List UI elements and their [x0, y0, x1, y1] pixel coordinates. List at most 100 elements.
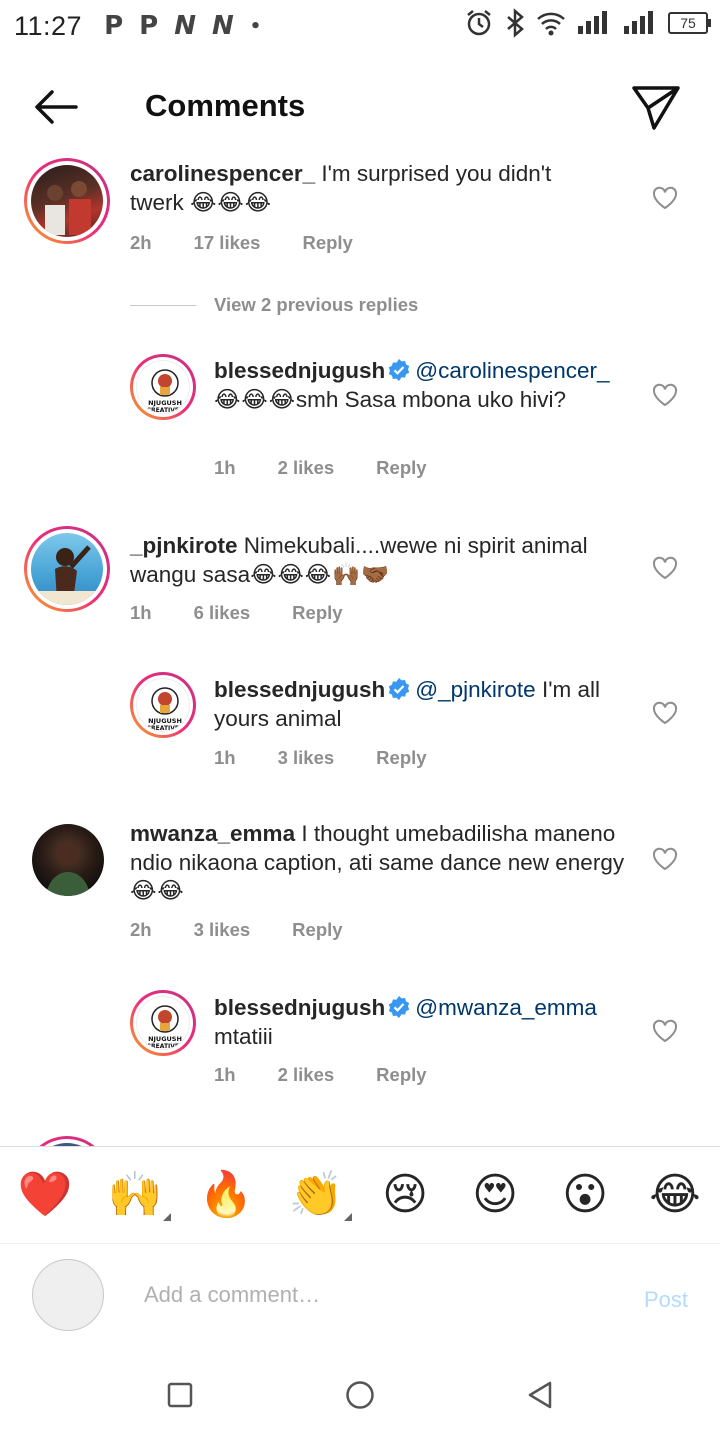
like-heart-icon[interactable] — [652, 847, 678, 871]
like-heart-icon[interactable] — [652, 186, 678, 210]
like-heart-icon[interactable] — [652, 383, 678, 407]
status-bar: 11:27 P P N N • 75 — [0, 0, 720, 52]
comment-username[interactable]: _pjnkirote — [130, 533, 238, 558]
mention-link[interactable]: @_pjnkirote — [415, 677, 535, 702]
comment-time: 2h — [130, 232, 152, 253]
battery-icon: 75 — [668, 12, 711, 34]
comment-likes[interactable]: 17 likes — [194, 232, 261, 254]
svg-text:NJUGUSH: NJUGUSH — [148, 399, 182, 407]
comment-username[interactable]: mwanza_emma — [130, 821, 295, 846]
skin-tone-indicator — [344, 1213, 352, 1221]
comment-likes[interactable]: 3 likes — [278, 747, 335, 769]
avatar[interactable]: NJUGUSH CREATIVES — [130, 990, 196, 1056]
verified-badge-icon — [389, 359, 410, 381]
comment-emojis: 😂😂 — [130, 878, 185, 903]
verified-badge-icon — [389, 678, 410, 700]
status-icons: 75 — [464, 8, 711, 38]
emoji-reaction-bar: ❤️ 🙌 🔥 👏 😢 😍 😮 😂 — [0, 1146, 720, 1244]
comments-list[interactable]: carolinespencer_ I'm surprised you didn'… — [0, 152, 720, 1146]
reply-button[interactable]: Reply — [302, 232, 352, 254]
reply-button[interactable]: Reply — [292, 919, 342, 941]
notification-icons: P P N N • — [104, 11, 261, 41]
surprised-emoji-button[interactable]: 😮 — [557, 1167, 613, 1223]
comment-username[interactable]: blessednjugush — [214, 677, 385, 702]
raised-hands-emoji-icon: 🙌 — [107, 1169, 163, 1220]
notification-p-icon: P — [139, 11, 159, 41]
heart-emoji-button[interactable]: ❤️ — [17, 1167, 73, 1223]
fire-emoji-button[interactable]: 🔥 — [198, 1167, 254, 1223]
fire-emoji-icon: 🔥 — [198, 1169, 254, 1220]
laughing-emoji-button[interactable]: 😂 — [647, 1167, 703, 1223]
avatar[interactable] — [24, 158, 110, 244]
notification-p-icon: P — [104, 11, 124, 41]
view-replies-label: View 2 previous replies — [214, 294, 419, 315]
reply-button[interactable]: Reply — [292, 602, 342, 624]
status-time: 11:27 — [14, 10, 83, 41]
photo-icon — [46, 842, 90, 896]
comment-text: _pjnkirote Nimekubali....wewe ni spirit … — [130, 532, 620, 589]
comment-username[interactable]: blessednjugush — [214, 358, 385, 383]
comment-emojis: 😂😂😂 — [214, 386, 296, 412]
mention-link[interactable]: @carolinespencer_ — [415, 358, 609, 383]
like-heart-icon[interactable] — [652, 701, 678, 725]
send-direct-icon[interactable] — [630, 80, 682, 132]
comment-time: 1h — [214, 1064, 236, 1085]
avatar[interactable]: NJUGUSH CREATIVES — [130, 672, 196, 738]
avatar[interactable] — [24, 1136, 110, 1146]
skin-tone-indicator — [163, 1213, 171, 1221]
crying-emoji-button[interactable]: 😢 — [377, 1167, 433, 1223]
like-heart-icon[interactable] — [652, 556, 678, 580]
like-heart-icon[interactable] — [652, 1019, 678, 1043]
comment-username[interactable]: blessednjugush — [214, 995, 385, 1020]
comment-text: blessednjugush @mwanza_emma mtatiii — [214, 994, 629, 1051]
raised-hands-emoji-button[interactable]: 🙌 — [107, 1167, 171, 1223]
clapping-emoji-button[interactable]: 👏 — [288, 1167, 352, 1223]
comment-time: 1h — [214, 747, 236, 768]
back-arrow-icon[interactable] — [28, 82, 84, 132]
heart-emoji-icon: ❤️ — [17, 1169, 73, 1220]
back-triangle-icon[interactable] — [520, 1375, 560, 1415]
comment-username[interactable]: carolinespencer_ — [130, 161, 315, 186]
page-title: Comments — [145, 88, 306, 123]
comment-text: carolinespencer_ I'm surprised you didn'… — [130, 160, 600, 217]
comment-emojis: 😂😂😂🙌🏾🤝🏾 — [250, 561, 390, 587]
comment-likes[interactable]: 2 likes — [278, 457, 335, 479]
comment-input[interactable] — [144, 1275, 604, 1315]
verified-badge-icon — [389, 996, 410, 1018]
svg-text:NJUGUSH: NJUGUSH — [148, 717, 182, 725]
post-button[interactable]: Post — [644, 1287, 688, 1313]
comment-likes[interactable]: 3 likes — [194, 919, 251, 941]
alarm-icon — [467, 10, 491, 36]
reply-button[interactable]: Reply — [376, 1064, 426, 1086]
surprised-emoji-icon: 😮 — [562, 1169, 608, 1220]
comment-emojis: 😂😂😂 — [190, 189, 272, 215]
comment-likes[interactable]: 6 likes — [194, 602, 251, 624]
avatar[interactable] — [32, 824, 104, 896]
laughing-emoji-icon: 😂 — [649, 1169, 701, 1220]
notification-n-icon: N — [211, 11, 234, 41]
comment-body: smh Sasa mbona uko hivi? — [295, 386, 567, 412]
photo-icon — [31, 545, 103, 605]
home-icon[interactable] — [340, 1375, 380, 1415]
heart-eyes-emoji-icon: 😍 — [472, 1169, 518, 1220]
heart-eyes-emoji-button[interactable]: 😍 — [467, 1167, 523, 1223]
notification-n-icon: N — [174, 11, 196, 41]
avatar[interactable]: NJUGUSH CREATIVES — [130, 354, 196, 420]
comment-time: 2h — [130, 919, 152, 940]
header: Comments — [0, 62, 720, 152]
bluetooth-icon — [507, 8, 524, 38]
view-previous-replies-button[interactable]: View 2 previous replies — [130, 294, 418, 316]
mention-link[interactable]: @mwanza_emma — [415, 995, 597, 1020]
wifi-icon — [537, 12, 565, 36]
comment-likes[interactable]: 2 likes — [278, 1064, 335, 1086]
comment-time: 1h — [130, 602, 152, 623]
comment-meta: 1h 3 likes Reply — [214, 747, 469, 769]
signal-icon — [624, 11, 653, 34]
reply-button[interactable]: Reply — [376, 457, 426, 479]
recent-apps-icon[interactable] — [160, 1375, 200, 1415]
comment-text: blessednjugush @carolinespencer_ 😂😂😂smh S… — [214, 357, 629, 414]
reply-button[interactable]: Reply — [376, 747, 426, 769]
svg-text:CREATIVES: CREATIVES — [147, 407, 184, 414]
comment-meta: 1h 6 likes Reply — [130, 602, 385, 624]
avatar[interactable] — [24, 526, 110, 612]
